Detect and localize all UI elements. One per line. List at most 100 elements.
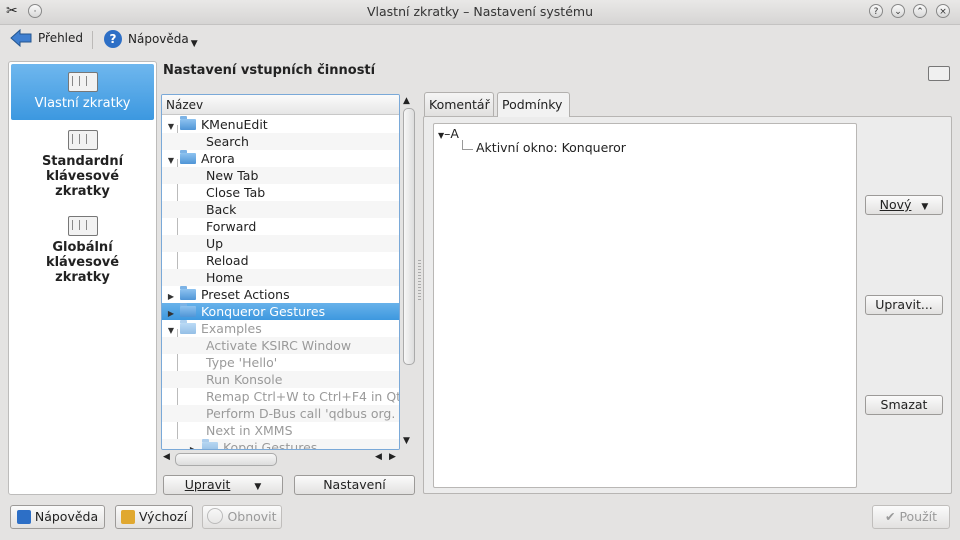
apply-button[interactable]: ✔ Použít bbox=[872, 505, 950, 529]
apply-button-label: Použít bbox=[899, 509, 938, 524]
dropdown-arrow-icon: ▼ bbox=[190, 39, 198, 49]
edit-condition-button[interactable]: Upravit... bbox=[865, 295, 943, 315]
scroll-down-icon[interactable]: ▼ bbox=[403, 436, 410, 446]
tree-row[interactable]: Remap Ctrl+W to Ctrl+F4 in Qt bbox=[162, 388, 399, 405]
tree-row[interactable]: ▼ Examples bbox=[162, 320, 399, 337]
tree-row[interactable]: Up bbox=[162, 235, 399, 252]
tree-row[interactable]: ▶ Kopgi Gestures bbox=[162, 439, 399, 449]
new-condition-button[interactable]: Nový ▼ bbox=[865, 195, 943, 215]
tree-row[interactable]: New Tab bbox=[162, 167, 399, 184]
tree-row[interactable]: ▼ Arora bbox=[162, 150, 399, 167]
tree-row[interactable]: ▶ Preset Actions bbox=[162, 286, 399, 303]
tree-row[interactable]: Search bbox=[162, 133, 399, 150]
conditions-tree[interactable]: ▼–A Aktivní okno: Konqueror bbox=[433, 123, 857, 488]
overview-button[interactable]: Přehled bbox=[10, 29, 83, 47]
dropdown-arrow-icon: ▼ bbox=[921, 202, 929, 212]
settings-button-label: Nastavení bbox=[323, 477, 386, 492]
tree-row-label: Arora bbox=[200, 151, 235, 166]
keyboard-icon bbox=[928, 66, 950, 81]
tree-row[interactable]: Home bbox=[162, 269, 399, 286]
condition-item[interactable]: Aktivní okno: Konqueror bbox=[476, 140, 626, 155]
tree-row-label: Examples bbox=[200, 321, 262, 336]
scroll-right-icon[interactable]: ▶ bbox=[389, 452, 396, 462]
tab-label: Podmínky bbox=[502, 97, 563, 112]
folder-icon bbox=[179, 150, 196, 164]
page-title: Nastavení vstupních činností bbox=[163, 63, 376, 78]
tree-row[interactable]: Perform D-Bus call 'qdbus org. bbox=[162, 405, 399, 422]
help-button-label: Nápověda bbox=[34, 509, 99, 524]
edit-condition-label: Upravit... bbox=[875, 297, 933, 312]
reset-defaults-icon bbox=[120, 510, 135, 524]
tree-row[interactable]: Run Konsole bbox=[162, 371, 399, 388]
delete-button-label: Smazat bbox=[880, 397, 928, 412]
folder-icon bbox=[179, 116, 196, 130]
tree-row-label: Konqueror Gestures bbox=[200, 304, 326, 319]
settings-button[interactable]: Nastavení bbox=[294, 475, 415, 495]
tree-horizontal-scrollbar[interactable]: ◀ ◀ ▶ bbox=[163, 452, 400, 466]
tree-row[interactable]: Activate KSIRC Window bbox=[162, 337, 399, 354]
tab-conditions[interactable]: Podmínky bbox=[497, 92, 570, 117]
edit-dropdown-button[interactable]: Upravit ▼ bbox=[163, 475, 283, 495]
folder-icon bbox=[179, 286, 196, 300]
tab-comment[interactable]: Komentář bbox=[424, 92, 494, 116]
expand-icon: ▼ bbox=[438, 131, 445, 140]
tree-line bbox=[462, 140, 473, 150]
scrollbar-thumb[interactable] bbox=[175, 453, 277, 466]
keyboard-icon bbox=[67, 130, 98, 150]
action-tree[interactable]: Název ▼ KMenuEdit Search ▼ Arora New Tab… bbox=[161, 94, 400, 450]
help-menu-button[interactable]: ? Nápověda ▼ bbox=[104, 29, 198, 49]
tree-row-label: Run Konsole bbox=[206, 372, 283, 387]
tree-row[interactable]: ▼ KMenuEdit bbox=[162, 116, 399, 133]
tree-row-label: Next in XMMS bbox=[206, 423, 293, 438]
tree-row[interactable]: Back bbox=[162, 201, 399, 218]
edit-button-label: Upravit bbox=[184, 477, 231, 492]
minimize-icon[interactable]: ⌄ bbox=[891, 4, 905, 18]
folder-icon bbox=[201, 439, 218, 449]
scroll-up-icon[interactable]: ▲ bbox=[403, 96, 410, 106]
scrollbar-thumb[interactable] bbox=[403, 108, 415, 365]
help-icon bbox=[16, 510, 31, 524]
tree-row-label: Type 'Hello' bbox=[206, 355, 278, 370]
undo-icon bbox=[207, 508, 224, 524]
scroll-left-icon[interactable]: ◀ bbox=[375, 452, 382, 462]
help-button[interactable]: Nápověda bbox=[10, 505, 105, 529]
tree-row[interactable]: Next in XMMS bbox=[162, 422, 399, 439]
tree-row-label: Up bbox=[206, 236, 224, 251]
tree-row[interactable]: Reload bbox=[162, 252, 399, 269]
maximize-icon[interactable]: ⌃ bbox=[913, 4, 927, 18]
close-icon[interactable]: × bbox=[936, 4, 950, 18]
tree-row-label: KMenuEdit bbox=[200, 117, 268, 132]
tree-row[interactable]: Type 'Hello' bbox=[162, 354, 399, 371]
condition-root-label: A bbox=[450, 126, 459, 141]
tree-column-header[interactable]: Název bbox=[162, 95, 399, 115]
tree-row-label: Activate KSIRC Window bbox=[206, 338, 352, 353]
tree-row-label: Search bbox=[206, 134, 249, 149]
nav-item-custom-shortcuts[interactable]: Vlastní zkratky bbox=[11, 64, 154, 120]
nav-item-global-shortcuts[interactable]: Globální klávesové zkratky bbox=[11, 216, 154, 290]
folder-icon bbox=[179, 320, 196, 334]
back-arrow-icon bbox=[10, 29, 32, 47]
condition-root[interactable]: ▼–A bbox=[438, 126, 459, 141]
overview-label: Přehled bbox=[38, 31, 84, 45]
defaults-button[interactable]: Výchozí bbox=[115, 505, 193, 529]
tree-row-label: Reload bbox=[206, 253, 249, 268]
tree-row[interactable]: Forward bbox=[162, 218, 399, 235]
tree-row-label: Back bbox=[206, 202, 237, 217]
scroll-left-icon[interactable]: ◀ bbox=[163, 452, 170, 462]
tree-row[interactable]: Close Tab bbox=[162, 184, 399, 201]
splitter-handle[interactable] bbox=[418, 260, 421, 300]
title-bar: ✂ · Vlastní zkratky – Nastavení systému … bbox=[0, 0, 960, 25]
tree-vertical-scrollbar[interactable]: ▲ ▼ bbox=[401, 96, 415, 450]
tree-row-label: Forward bbox=[206, 219, 257, 234]
nav-item-standard-shortcuts[interactable]: Standardní klávesové zkratky bbox=[11, 130, 154, 204]
help-label: Nápověda bbox=[128, 32, 189, 46]
help-icon: ? bbox=[104, 30, 122, 48]
help-title-icon[interactable]: ? bbox=[869, 4, 883, 18]
defaults-button-label: Výchozí bbox=[138, 509, 188, 524]
delete-condition-button[interactable]: Smazat bbox=[865, 395, 943, 415]
nav-item-label: Globální klávesové zkratky bbox=[45, 240, 120, 285]
category-list: Vlastní zkratky Standardní klávesové zkr… bbox=[8, 61, 157, 495]
tree-row-label: Close Tab bbox=[206, 185, 266, 200]
tree-row-selected[interactable]: ▶ Konqueror Gestures bbox=[162, 303, 399, 320]
reset-button[interactable]: Obnovit bbox=[202, 505, 282, 529]
